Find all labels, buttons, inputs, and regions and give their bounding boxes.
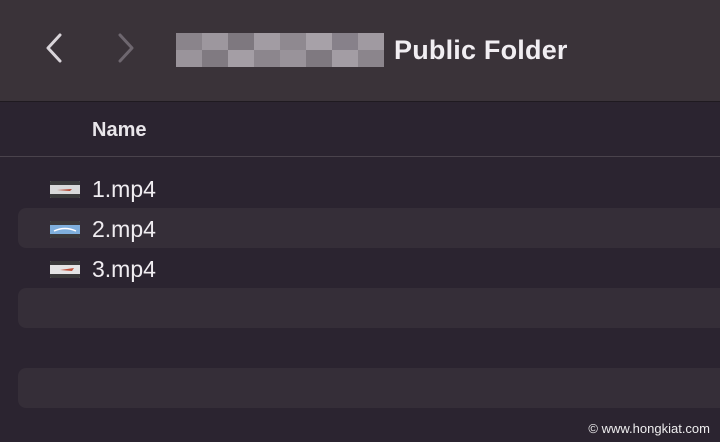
empty-row — [18, 328, 720, 368]
file-row[interactable]: 2.mp4 — [18, 208, 720, 248]
list-header: Name — [0, 103, 720, 157]
video-thumbnail-icon — [50, 181, 80, 198]
forward-button[interactable] — [110, 30, 142, 66]
toolbar: Public Folder — [0, 0, 720, 102]
name-column-header[interactable]: Name — [92, 119, 146, 142]
empty-row — [18, 288, 720, 328]
chevron-left-icon — [46, 33, 62, 63]
watermark: © www.hongkiat.com — [588, 421, 710, 436]
video-thumbnail-icon — [50, 261, 80, 278]
redacted-path — [176, 33, 384, 67]
file-name: 1.mp4 — [92, 176, 156, 202]
file-row[interactable]: 1.mp4 — [18, 168, 720, 208]
empty-row — [18, 368, 720, 408]
file-row[interactable]: 3.mp4 — [18, 248, 720, 288]
file-name: 3.mp4 — [92, 256, 156, 282]
file-name: 2.mp4 — [92, 216, 156, 242]
back-button[interactable] — [38, 30, 70, 66]
video-thumbnail-icon — [50, 221, 80, 238]
chevron-right-icon — [118, 33, 134, 63]
breadcrumb: Public Folder — [176, 30, 568, 70]
window-title: Public Folder — [394, 34, 568, 65]
